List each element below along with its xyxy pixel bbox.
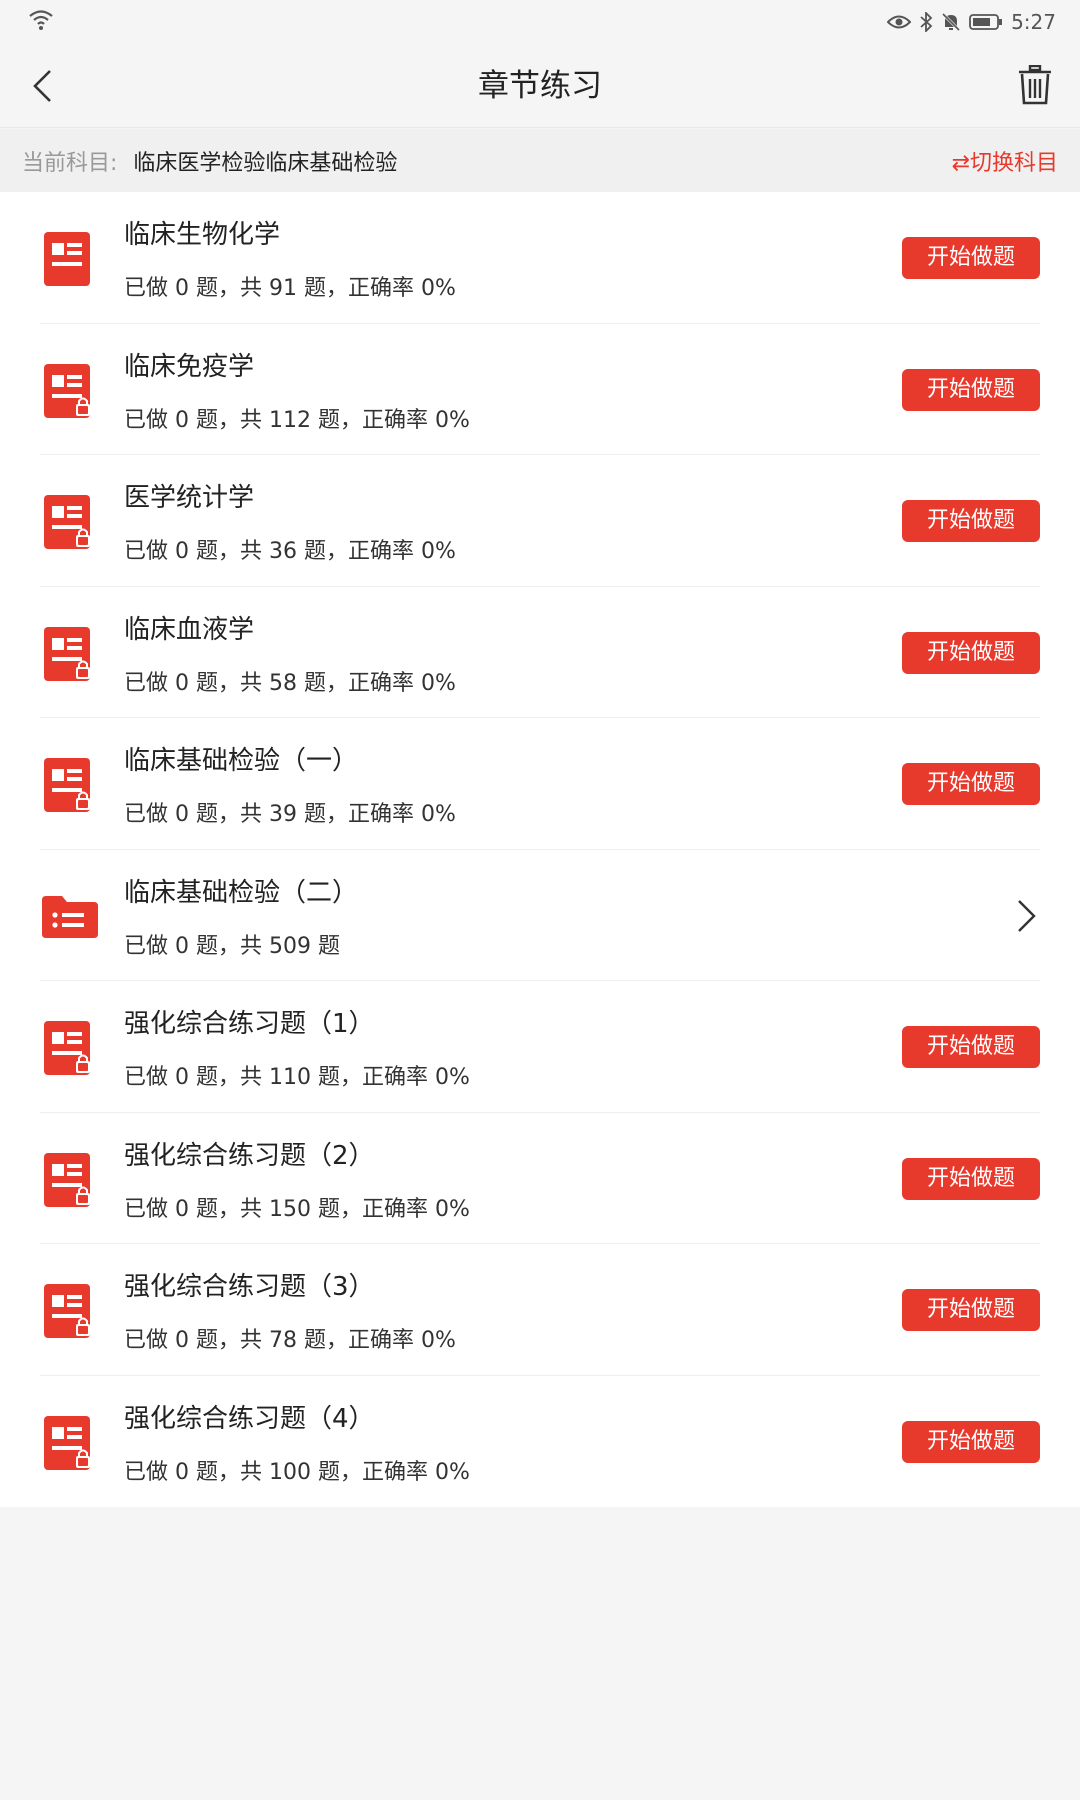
subject-value: 临床医学检验临床基础检验 [133,150,398,176]
chapter-stats: 已做 0 题，共 78 题，正确率 0% [124,1328,456,1353]
title-bar: 章节练习 [0,44,1080,128]
chapter-item: 临床基础检验（一） 已做 0 题，共 39 题，正确率 0% 开始做题 [0,718,1080,850]
chapter-stats: 已做 0 题，共 58 题，正确率 0% [124,670,456,696]
document-lock-icon [40,752,96,816]
chapter-title: 临床免疫学 [124,351,255,382]
document-lock-icon [40,1147,96,1211]
start-practice-button[interactable]: 开始做题 [902,1420,1040,1463]
eye-icon [887,13,912,31]
subject-bar: 当前科目: 临床医学检验临床基础检验 ⇄切换科目 [0,129,1080,192]
battery-icon [969,13,1003,31]
chapter-stats: 已做 0 题，共 112 题，正确率 0% [124,407,470,433]
wifi-icon [28,9,54,35]
chapter-stats: 已做 0 题，共 36 题，正确率 0% [124,539,456,564]
chapter-title: 临床生物化学 [124,220,281,250]
chapter-stats: 已做 0 题，共 39 题，正确率 0% [124,802,456,827]
chapter-item: 临床血液学已做 0 题，共 58 题，正确率 0% 开始做题 [0,587,1080,719]
start-practice-button[interactable]: 开始做题 [902,763,1040,805]
chevron-right-icon[interactable] [1012,898,1040,934]
chapter-title: 强化综合练习题（1） [124,1009,375,1039]
chapter-item: 医学统计学已做 0 题，共 36 题，正确率 0% 开始做题 [0,455,1080,587]
start-practice-button[interactable]: 开始做题 [902,631,1040,674]
start-practice-button[interactable]: 开始做题 [902,1157,1040,1200]
chapter-stats: 已做 0 题，共 100 题，正确率 0% [124,1459,470,1485]
status-icons: 5:27 [887,10,1056,34]
chapter-title: 强化综合练习题（2） [124,1140,375,1171]
delete-button[interactable] [1012,60,1058,110]
start-practice-button[interactable]: 开始做题 [902,368,1040,411]
chapter-title: 临床血液学 [124,614,255,645]
chapter-stats: 已做 0 题，共 91 题，正确率 0% [124,276,456,301]
document-lock-icon [40,489,96,553]
chapter-item: 临床生物化学已做 0 题，共 91 题，正确率 0% 开始做题 [0,192,1080,324]
chapter-title: 临床基础检验（一） [124,746,359,776]
document-lock-icon [40,621,96,685]
mute-bell-icon [941,12,961,32]
document-lock-icon [40,1410,96,1474]
folder-icon [40,884,98,948]
chapter-title: 强化综合练习题（4） [124,1403,375,1434]
document-lock-icon [40,358,96,422]
status-time: 5:27 [1011,10,1056,34]
chapter-title: 医学统计学 [124,483,255,513]
start-practice-button[interactable]: 开始做题 [902,1026,1040,1068]
start-practice-button[interactable]: 开始做题 [902,237,1040,279]
chapter-list: 临床生物化学 已做 0 题，共 91 题，正确率 0% 开始做题 临床免疫学 已做 0 … [0,192,1080,1507]
bluetooth-icon [919,12,933,32]
chapter-item: 临床免疫学已做 0 题，共 112 题，正确率 0% 开始做题 [0,324,1080,456]
chapter-item: 强化综合练习题（4） 已做 0 题，共 100 题，正确率 0% 开始做题 [0,1376,1080,1508]
chapter-stats: 已做 0 题，共 110 题，正确率 0% [124,1065,470,1090]
document-lock-icon [40,1278,96,1342]
document-icon [40,226,96,290]
chapter-title: 临床基础检验（二） [124,877,359,908]
trash-icon [1019,65,1051,105]
chapter-item: 强化综合练习题（2） 已做 0 题，共 150 题，正确率 0% 开始做题 [0,1113,1080,1245]
chapter-title: 强化综合练习题（3） [124,1272,375,1302]
chapter-item: 强化综合练习题（3） 已做 0 题，共 78 题，正确率 0% 开始做题 [0,1244,1080,1376]
subject-label: 当前科目: [22,150,118,176]
status-bar: 5:27 [0,0,1080,44]
start-practice-button[interactable]: 开始做题 [902,500,1040,542]
chapter-item[interactable]: 临床基础检验（二） 已做 0 题，共 509 题 [0,850,1080,982]
page-title: 章节练习 [478,68,602,104]
switch-subject-button[interactable]: ⇄切换科目 [952,145,1058,177]
chapter-item: 强化综合练习题（1） 已做 0 题，共 110 题，正确率 0% 开始做题 [0,981,1080,1113]
document-lock-icon [40,1015,96,1079]
start-practice-button[interactable]: 开始做题 [902,1289,1040,1331]
chapter-stats: 已做 0 题，共 150 题，正确率 0% [124,1196,470,1222]
chapter-stats: 已做 0 题，共 509 题 [124,933,340,959]
